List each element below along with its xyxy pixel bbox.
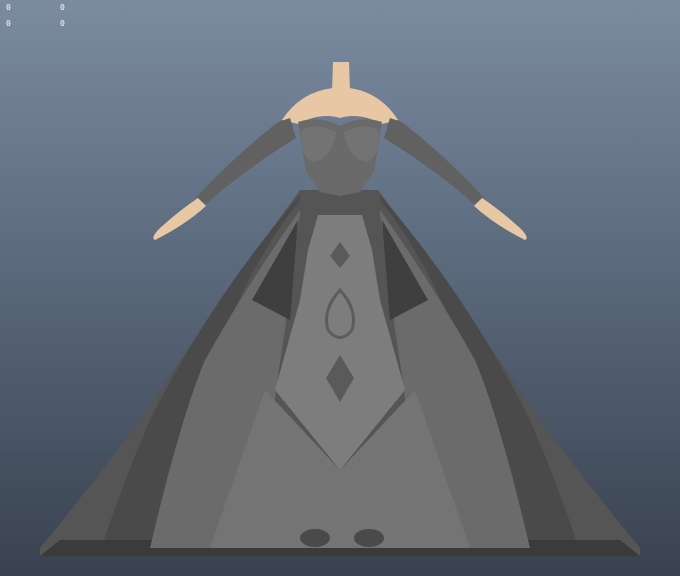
gown-model[interactable]: [0, 0, 680, 576]
right-shoe: [354, 529, 384, 547]
right-hand: [474, 198, 527, 240]
shoulders: [282, 88, 398, 124]
left-hand: [153, 198, 206, 240]
right-sleeve: [384, 118, 484, 204]
left-shoe: [300, 529, 330, 547]
left-sleeve: [196, 118, 296, 204]
3d-viewport[interactable]: 0 0 0 0: [0, 0, 680, 576]
